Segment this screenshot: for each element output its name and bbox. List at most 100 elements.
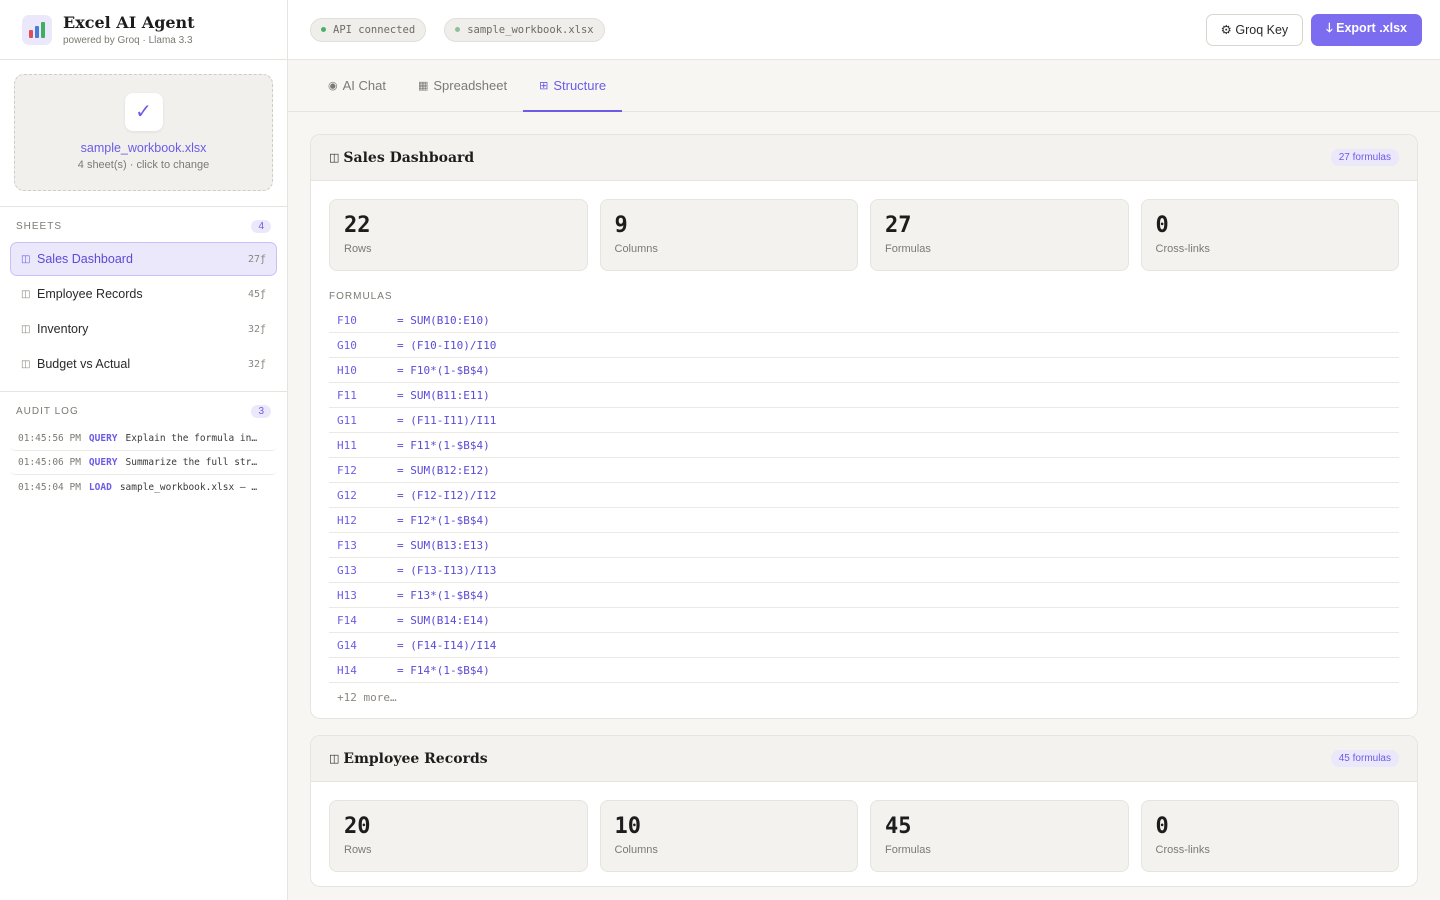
file-pill-text: sample_workbook.xlsx: [467, 23, 594, 36]
topbar: API connected sample_workbook.xlsx ⚙ Gro…: [288, 0, 1440, 60]
formula-row[interactable]: H13 = F13*(1-$B$4): [329, 583, 1399, 608]
audit-count-badge: 3: [251, 404, 271, 418]
stat-cross-links: 0 Cross-links: [1140, 199, 1399, 271]
tab-label: Spreadsheet: [433, 77, 508, 93]
stat-value: 27: [885, 213, 912, 238]
sheet-item-budget-vs-actual[interactable]: ◫ Budget vs Actual 32ƒ: [10, 347, 277, 381]
audit-log-entry[interactable]: 01:45:04 PM LOAD sample_workbook.xlsx — …: [10, 475, 277, 499]
structure-grid-icon: ⊞: [539, 79, 549, 92]
formula-expression: = SUM(B11:E11): [397, 388, 490, 402]
stat-cross-links: 0 Cross-links: [1140, 800, 1399, 872]
formula-row[interactable]: F11 = SUM(B11:E11): [329, 383, 1399, 408]
stat-value: 9: [614, 213, 628, 238]
sheet-item-sales-dashboard[interactable]: ◫ Sales Dashboard 27ƒ: [10, 242, 277, 276]
formula-cell-ref: H13: [337, 588, 357, 602]
stat-value: 20: [344, 814, 371, 839]
stat-value: 22: [344, 213, 371, 238]
formula-row[interactable]: H12 = F12*(1-$B$4): [329, 508, 1399, 533]
status-dot-icon: [321, 27, 326, 32]
formula-row[interactable]: F10 = SUM(B10:E10): [329, 308, 1399, 333]
sheet-item-label: Inventory: [37, 322, 89, 336]
stat-value: 45: [885, 814, 912, 839]
sheet-grid-icon: ◫: [21, 358, 31, 370]
sheets-label: SHEETS: [16, 220, 63, 232]
stat-value: 0: [1155, 814, 1169, 839]
spreadsheet-icon: ▦: [417, 79, 429, 92]
card-header: ◫ Sales Dashboard 27 formulas: [311, 135, 1417, 181]
formula-row[interactable]: G12 = (F12-I12)/I12: [329, 483, 1399, 508]
stat-label: Cross-links: [1155, 243, 1210, 255]
formula-expression: = (F12-I12)/I12: [397, 488, 497, 502]
stat-label: Rows: [344, 243, 372, 255]
stat-label: Cross-links: [1155, 844, 1210, 856]
formula-row[interactable]: F13 = SUM(B13:E13): [329, 533, 1399, 558]
formula-cell-ref: H11: [337, 438, 357, 452]
formula-row[interactable]: G11 = (F11-I11)/I11: [329, 408, 1399, 433]
sheet-grid-icon: ◫: [329, 152, 340, 164]
formula-expression: = (F13-I13)/I13: [397, 563, 497, 577]
export-xlsx-button[interactable]: 🡓 Export .xlsx: [1311, 13, 1422, 46]
formula-cell-ref: F10: [337, 313, 357, 327]
card-header: ◫ Employee Records 45 formulas: [311, 736, 1417, 782]
tab-structure[interactable]: ⊞ Structure: [523, 60, 623, 112]
formula-row[interactable]: G14 = (F14-I14)/I14: [329, 633, 1399, 658]
audit-time: 01:45:06 PM: [18, 457, 81, 468]
file-pill: sample_workbook.xlsx: [444, 17, 605, 42]
formula-expression: = (F10-I10)/I10: [397, 338, 497, 352]
stat-formulas: 27 Formulas: [870, 199, 1129, 271]
audit-log-entry[interactable]: 01:45:56 PM QUERY Explain the formula in…: [10, 427, 277, 451]
tab-label: AI Chat: [342, 77, 386, 93]
structure-panel: ◫ Sales Dashboard 27 formulas 22 Rows 9 …: [288, 112, 1440, 900]
groq-key-button[interactable]: ⚙ Groq Key: [1205, 13, 1304, 46]
formula-row[interactable]: F12 = SUM(B12:E12): [329, 458, 1399, 483]
tab-label: Structure: [553, 77, 607, 93]
formula-cell-ref: H10: [337, 363, 357, 377]
api-status-text: API connected: [333, 23, 416, 36]
audit-header: AUDIT LOG 3: [0, 401, 287, 421]
sheet-formula-count: 45ƒ: [247, 288, 266, 300]
stat-value: 10: [614, 814, 642, 839]
formula-cell-ref: H14: [337, 663, 357, 677]
upload-hint: 4 sheet(s) · click to change: [77, 158, 210, 171]
stat-rows: 20 Rows: [329, 800, 588, 872]
stat-rows: 22 Rows: [329, 199, 588, 271]
formula-row[interactable]: H11 = F11*(1-$B$4): [329, 433, 1399, 458]
audit-message: sample_workbook.xlsx — …: [119, 481, 258, 493]
sheet-formula-count: 32ƒ: [247, 323, 266, 335]
file-upload-dropzone[interactable]: ✓ sample_workbook.xlsx 4 sheet(s) · clic…: [14, 74, 273, 191]
audit-label: AUDIT LOG: [16, 405, 79, 417]
formula-cell-ref: G14: [337, 638, 357, 652]
bar-chart-icon: [22, 14, 52, 45]
sheet-grid-icon: ◫: [329, 753, 340, 765]
card-title: Employee Records: [343, 750, 488, 767]
sheet-item-inventory[interactable]: ◫ Inventory 32ƒ: [10, 312, 277, 346]
formula-row[interactable]: H10 = F10*(1-$B$4): [329, 358, 1399, 383]
formula-cell-ref: G13: [337, 563, 357, 577]
audit-type: QUERY: [88, 433, 118, 444]
tab-ai-chat[interactable]: ◉ AI Chat: [312, 60, 402, 112]
formula-expression: = F12*(1-$B$4): [397, 513, 490, 527]
sheet-item-label: Budget vs Actual: [37, 357, 131, 371]
sheets-header: SHEETS 4: [0, 216, 287, 236]
formula-expression: = F13*(1-$B$4): [397, 588, 490, 602]
stat-label: Columns: [614, 844, 658, 856]
formula-list: F10 = SUM(B10:E10) G10 = (F10-I10)/I10 H10…: [329, 308, 1399, 704]
formula-row[interactable]: G13 = (F13-I13)/I13: [329, 558, 1399, 583]
audit-time: 01:45:04 PM: [18, 481, 81, 493]
audit-log-entry[interactable]: 01:45:06 PM QUERY Summarize the full str…: [10, 451, 277, 475]
sheet-item-label: Employee Records: [37, 287, 143, 301]
formula-cell-ref: F13: [337, 538, 357, 552]
sheet-item-employee-records[interactable]: ◫ Employee Records 45ƒ: [10, 277, 277, 311]
formula-row[interactable]: F14 = SUM(B14:E14): [329, 608, 1399, 633]
formula-expression: = (F14-I14)/I14: [397, 638, 497, 652]
check-icon: ✓: [124, 92, 163, 131]
tab-spreadsheet[interactable]: ▦ Spreadsheet: [402, 60, 523, 112]
formula-cell-ref: H12: [337, 513, 357, 527]
formula-row[interactable]: G10 = (F10-I10)/I10: [329, 333, 1399, 358]
more-formulas-link[interactable]: +12 more…: [329, 683, 1399, 704]
stat-label: Formulas: [885, 844, 931, 856]
formula-row[interactable]: H14 = F14*(1-$B$4): [329, 658, 1399, 683]
sheet-list: ◫ Sales Dashboard 27ƒ ◫ Employee Records…: [0, 236, 287, 381]
formula-count-badge: 45 formulas: [1330, 750, 1399, 767]
formula-cell-ref: F14: [337, 613, 357, 627]
